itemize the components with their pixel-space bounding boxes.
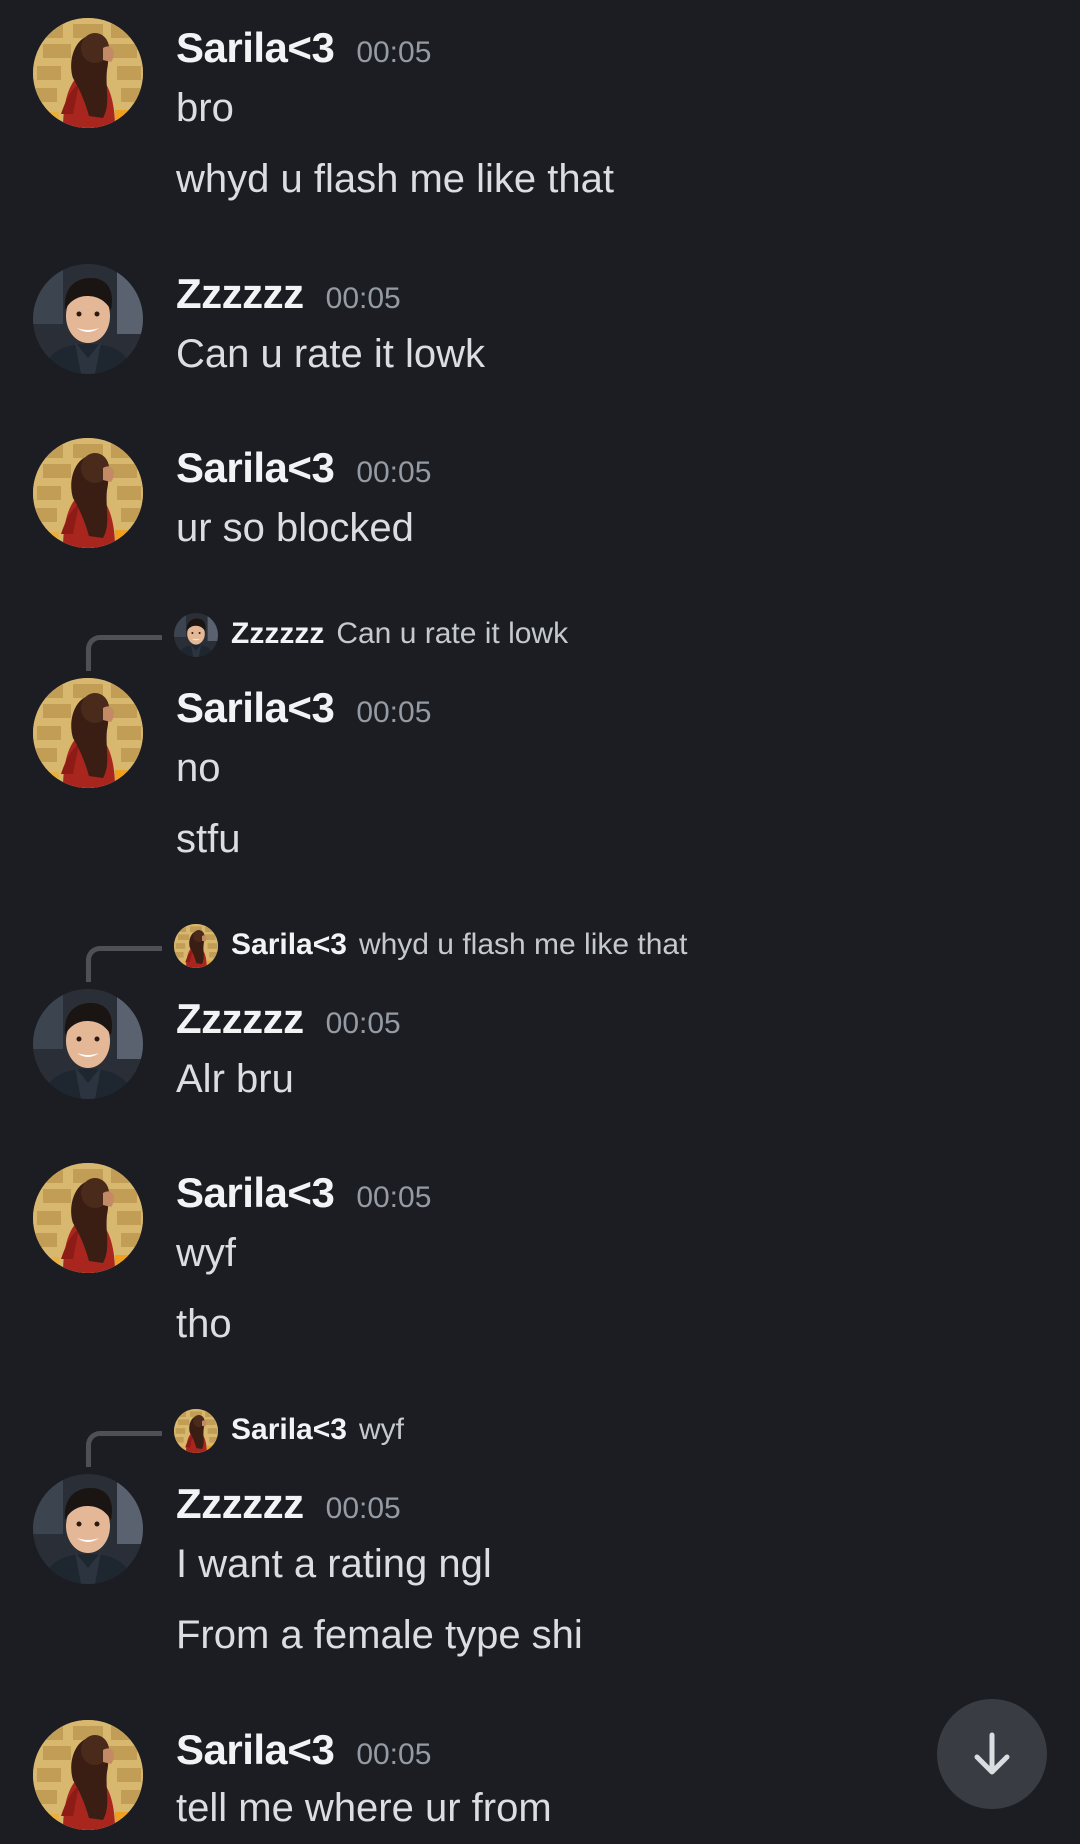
avatar[interactable] [33,438,143,548]
username[interactable]: Sarila<3 [176,1169,335,1217]
timestamp: 00:05 [356,1181,432,1214]
username[interactable]: Zzzzzz [176,270,304,318]
message-header: Sarila<3 00:05 [176,444,431,492]
avatar[interactable] [33,1720,143,1830]
reply-avatar [174,924,218,968]
message-text[interactable]: From a female type shi [176,1613,583,1658]
timestamp: 00:05 [325,1007,401,1040]
message-header: Sarila<3 00:05 [176,684,431,732]
message-header: Zzzzzz 00:05 [176,270,401,318]
message-header: Sarila<3 00:05 [176,1726,431,1774]
timestamp: 00:05 [356,1738,432,1771]
message-text[interactable]: ur so blocked [176,506,414,551]
reply-spine [86,635,162,671]
username[interactable]: Sarila<3 [176,1726,335,1774]
reply-username[interactable]: Zzzzzz [231,617,324,650]
avatar[interactable] [33,1474,143,1584]
message-text[interactable]: tell me where ur from [176,1786,552,1831]
avatar[interactable] [33,264,143,374]
jump-to-bottom-button[interactable] [937,1699,1047,1809]
avatar[interactable] [33,989,143,1099]
username[interactable]: Zzzzzz [176,1480,304,1528]
message-text[interactable]: Can u rate it lowk [176,332,485,377]
message-text[interactable]: I want a rating ngl [176,1542,492,1587]
message-text[interactable]: Alr bru [176,1057,294,1102]
reply-username[interactable]: Sarila<3 [231,1413,347,1446]
timestamp: 00:05 [325,282,401,315]
arrow-down-icon [974,1732,1010,1775]
reply-spine [86,946,162,982]
reply-spine [86,1431,162,1467]
message-text[interactable]: stfu [176,817,240,862]
avatar[interactable] [33,1163,143,1273]
reply-avatar [174,1409,218,1453]
message-header: Sarila<3 00:05 [176,24,431,72]
reply-reference[interactable]: Zzzzzz Can u rate it lowk [0,611,1080,671]
reply-preview[interactable]: wyf [359,1413,404,1446]
username[interactable]: Sarila<3 [176,24,335,72]
username[interactable]: Sarila<3 [176,444,335,492]
avatar[interactable] [33,18,143,128]
message-text[interactable]: tho [176,1302,232,1347]
reply-reference[interactable]: Sarila<3 wyf [0,1407,1080,1467]
reply-preview[interactable]: whyd u flash me like that [359,928,688,961]
message-header: Zzzzzz 00:05 [176,995,401,1043]
reply-reference[interactable]: Sarila<3 whyd u flash me like that [0,922,1080,982]
message-header: Zzzzzz 00:05 [176,1480,401,1528]
message-text[interactable]: bro [176,86,234,131]
reply-preview[interactable]: Can u rate it lowk [336,617,568,650]
avatar[interactable] [33,678,143,788]
message-text[interactable]: wyf [176,1231,236,1276]
timestamp: 00:05 [356,696,432,729]
reply-username[interactable]: Sarila<3 [231,928,347,961]
timestamp: 00:05 [325,1492,401,1525]
username[interactable]: Sarila<3 [176,684,335,732]
timestamp: 00:05 [356,456,432,489]
timestamp: 00:05 [356,36,432,69]
message-text[interactable]: no [176,746,221,791]
username[interactable]: Zzzzzz [176,995,304,1043]
message-header: Sarila<3 00:05 [176,1169,431,1217]
message-text[interactable]: whyd u flash me like that [176,157,614,202]
chat-message-list[interactable]: Sarila<3 00:05 bro whyd u flash me like … [0,0,1080,1844]
reply-avatar [174,613,218,657]
